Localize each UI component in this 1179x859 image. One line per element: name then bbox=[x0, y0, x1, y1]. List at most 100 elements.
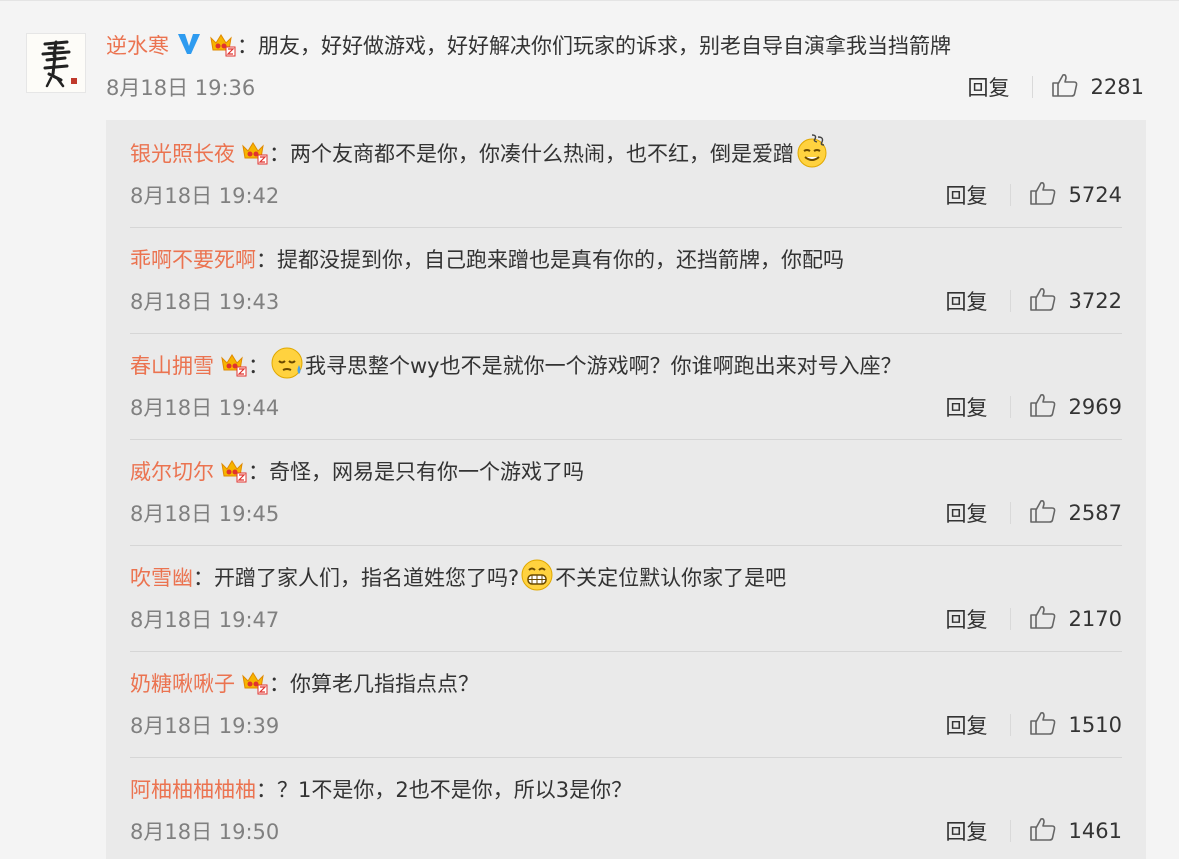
action-divider bbox=[1009, 290, 1011, 312]
reply-actions: 回复 2170 bbox=[946, 598, 1122, 640]
reply-actions: 回复 2587 bbox=[946, 492, 1122, 534]
action-divider bbox=[1009, 396, 1011, 418]
like-count: 1461 bbox=[1068, 819, 1122, 843]
grin-emoji bbox=[519, 557, 555, 598]
reply-author[interactable]: 阿柚柚柚柚柚 bbox=[130, 774, 256, 804]
like-button[interactable]: 3722 bbox=[1029, 286, 1122, 317]
reply-item: 春山拥雪 ： 我寻思整个wy也不是就你一个游戏啊？你谁啊跑出来对号入座？ 8月18日 … bbox=[130, 344, 1122, 428]
reply-actions: 回复 3722 bbox=[946, 280, 1122, 322]
like-button[interactable]: 2281 bbox=[1051, 72, 1144, 103]
reply-actions: 回复 1510 bbox=[946, 704, 1122, 746]
reply-line: 春山拥雪 ： 我寻思整个wy也不是就你一个游戏啊？你谁啊跑出来对号入座？ bbox=[130, 344, 1122, 386]
reply-button[interactable]: 回复 bbox=[946, 816, 988, 846]
reply-meta: 8月18日 19:42 回复 5724 bbox=[130, 174, 1122, 216]
reply-author[interactable]: 吹雪幽 bbox=[130, 562, 193, 592]
thumbs-up-icon bbox=[1051, 72, 1079, 103]
timestamp: 8月18日 19:47 bbox=[130, 608, 280, 632]
reply-actions: 回复 2969 bbox=[946, 386, 1122, 428]
reply-line: 奶糖啾啾子 ：你算老几指指点点？ bbox=[130, 662, 1122, 704]
reply-author[interactable]: 银光照长夜 bbox=[130, 138, 235, 168]
like-button[interactable]: 5724 bbox=[1029, 180, 1122, 211]
reply-line: 乖啊不要死啊 ：提都没提到你，自己跑来蹭也是真有你的，还挡箭牌，你配吗 bbox=[130, 238, 1122, 280]
tear-emoji bbox=[269, 345, 305, 386]
reply-text-cont: 我寻思整个wy也不是就你一个游戏啊？你谁啊跑出来对号入座？ bbox=[305, 354, 902, 378]
author-name[interactable]: 逆水寒 bbox=[106, 30, 169, 60]
like-count: 2587 bbox=[1068, 501, 1122, 525]
reply-author[interactable]: 奶糖啾啾子 bbox=[130, 668, 235, 698]
verified-icon bbox=[175, 29, 203, 62]
action-divider bbox=[1009, 608, 1011, 630]
reply-line: 吹雪幽 ：开蹭了家人们，指名道姓您了吗? 不关定位默认你家了是吧 bbox=[130, 556, 1122, 598]
thumbs-up-icon bbox=[1029, 392, 1057, 423]
timestamp: 8月18日 19:39 bbox=[130, 714, 280, 738]
comment-text: ：朋友，好好做游戏，好好解决你们玩家的诉求，别老自导自演拿我当挡箭牌 bbox=[237, 34, 951, 58]
action-divider bbox=[1009, 714, 1011, 736]
reply-text: ：提都没提到你，自己跑来蹭也是真有你的，还挡箭牌，你配吗 bbox=[256, 248, 844, 272]
reply-line: 银光照长夜 ：两个友商都不是你，你凑什么热闹，也不红，倒是爱蹭 bbox=[130, 132, 1122, 174]
thumbs-up-icon bbox=[1029, 710, 1057, 741]
timestamp: 8月18日 19:44 bbox=[130, 396, 280, 420]
reply-text: ：你算老几指指点点？ bbox=[269, 672, 479, 696]
reply-meta: 8月18日 19:45 回复 2587 bbox=[130, 492, 1122, 534]
timestamp: 8月18日 19:45 bbox=[130, 502, 280, 526]
reply-button[interactable]: 回复 bbox=[946, 604, 988, 634]
reply-actions: 回复 1461 bbox=[946, 810, 1122, 852]
reply-item: 银光照长夜 ：两个友商都不是你，你凑什么热闹，也不红，倒是爱蹭 8月18日 19:4… bbox=[130, 132, 1122, 216]
like-count: 5724 bbox=[1068, 183, 1122, 207]
reply-line: 威尔切尔 ：奇怪，网易是只有你一个游戏了吗 bbox=[130, 450, 1122, 492]
member-crown-icon bbox=[239, 136, 269, 171]
reply-author[interactable]: 春山拥雪 bbox=[130, 350, 214, 380]
reply-button[interactable]: 回复 bbox=[946, 392, 988, 422]
avatar[interactable] bbox=[26, 33, 86, 93]
timestamp: 8月18日 19:43 bbox=[130, 290, 280, 314]
reply-text: ：？1不是你，2也不是你，所以3是你？ bbox=[256, 778, 633, 802]
main-comment: 逆水寒 ：朋友，好好做游戏，好好解决你们玩家的诉求，别老自导自演拿我当挡箭牌 8… bbox=[106, 24, 1156, 108]
member-crown-icon bbox=[239, 666, 269, 701]
reply-button[interactable]: 回复 bbox=[946, 286, 988, 316]
comment-line: 逆水寒 ：朋友，好好做游戏，好好解决你们玩家的诉求，别老自导自演拿我当挡箭牌 bbox=[106, 24, 1156, 66]
top-divider bbox=[0, 0, 1179, 1]
like-button[interactable]: 1510 bbox=[1029, 710, 1122, 741]
reply-meta: 8月18日 19:43 回复 3722 bbox=[130, 280, 1122, 322]
like-button[interactable]: 2170 bbox=[1029, 604, 1122, 635]
member-crown-icon bbox=[218, 348, 248, 383]
reply-divider bbox=[130, 333, 1122, 334]
replies-container: 银光照长夜 ：两个友商都不是你，你凑什么热闹，也不红，倒是爱蹭 8月18日 19:4… bbox=[106, 120, 1146, 859]
reply-meta: 8月18日 19:50 回复 1461 bbox=[130, 810, 1122, 852]
reply-meta: 8月18日 19:39 回复 1510 bbox=[130, 704, 1122, 746]
timestamp: 8月18日 19:50 bbox=[130, 820, 280, 844]
like-count: 2170 bbox=[1068, 607, 1122, 631]
reply-divider bbox=[130, 439, 1122, 440]
reply-text: ：奇怪，网易是只有你一个游戏了吗 bbox=[248, 460, 584, 484]
timestamp: 8月18日 19:42 bbox=[130, 184, 280, 208]
reply-button[interactable]: 回复 bbox=[946, 180, 988, 210]
reply-author[interactable]: 威尔切尔 bbox=[130, 456, 214, 486]
like-count: 2281 bbox=[1090, 75, 1144, 99]
reply-author[interactable]: 乖啊不要死啊 bbox=[130, 244, 256, 274]
reply-item: 奶糖啾啾子 ：你算老几指指点点？ 8月18日 19:39 回复 1510 bbox=[130, 662, 1122, 746]
reply-item: 阿柚柚柚柚柚 ：？1不是你，2也不是你，所以3是你？ 8月18日 19:50 回复 14… bbox=[130, 768, 1122, 852]
like-button[interactable]: 2969 bbox=[1029, 392, 1122, 423]
action-divider bbox=[1031, 76, 1033, 98]
thumbs-up-icon bbox=[1029, 604, 1057, 635]
sweat-smile-emoji bbox=[794, 133, 830, 174]
thumbs-up-icon bbox=[1029, 286, 1057, 317]
like-button[interactable]: 1461 bbox=[1029, 816, 1122, 847]
reply-button[interactable]: 回复 bbox=[946, 710, 988, 740]
reply-button[interactable]: 回复 bbox=[968, 72, 1010, 102]
timestamp: 8月18日 19:36 bbox=[106, 76, 256, 100]
thumbs-up-icon bbox=[1029, 180, 1057, 211]
reply-text: ：开蹭了家人们，指名道姓您了吗? bbox=[193, 566, 520, 590]
like-count: 1510 bbox=[1068, 713, 1122, 737]
like-button[interactable]: 2587 bbox=[1029, 498, 1122, 529]
action-divider bbox=[1009, 184, 1011, 206]
member-crown-icon bbox=[218, 454, 248, 489]
action-divider bbox=[1009, 820, 1011, 842]
reply-line: 阿柚柚柚柚柚 ：？1不是你，2也不是你，所以3是你？ bbox=[130, 768, 1122, 810]
like-count: 3722 bbox=[1068, 289, 1122, 313]
action-divider bbox=[1009, 502, 1011, 524]
calligraphy-logo-icon bbox=[27, 34, 85, 92]
comment-meta: 8月18日 19:36 回复 2281 bbox=[106, 66, 1156, 108]
reply-button[interactable]: 回复 bbox=[946, 498, 988, 528]
reply-actions: 回复 5724 bbox=[946, 174, 1122, 216]
